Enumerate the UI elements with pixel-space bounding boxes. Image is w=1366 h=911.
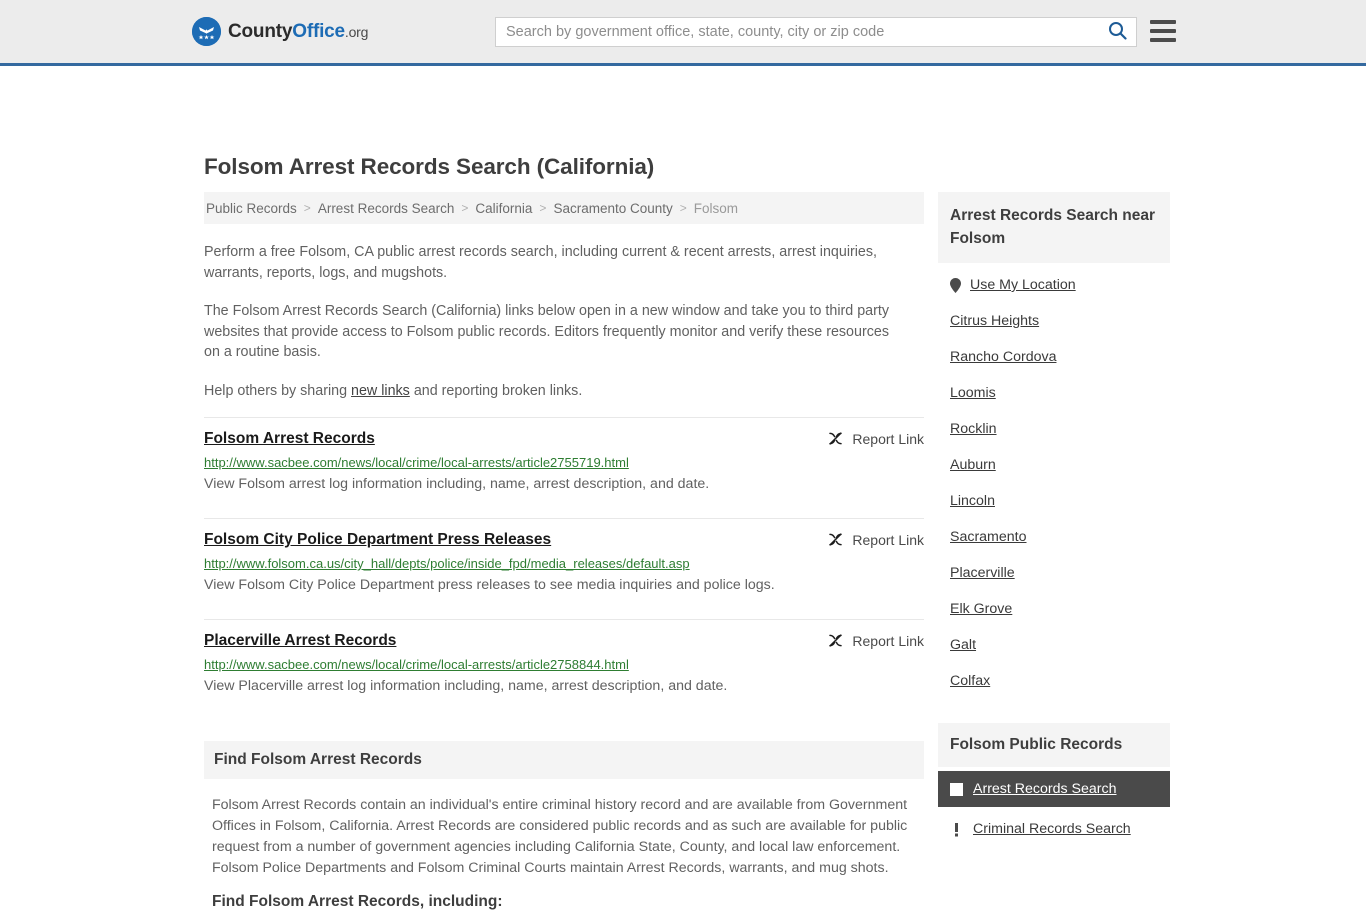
report-link-button[interactable]: Report Link (827, 531, 924, 548)
search-button[interactable] (1098, 18, 1136, 46)
site-logo[interactable]: CountyOffice.org (192, 17, 368, 46)
broken-chain-icon (827, 632, 844, 649)
public-records-link[interactable]: Arrest Records Search (973, 781, 1117, 797)
sidebar-city-link[interactable]: Loomis (950, 385, 996, 401)
search-bar (495, 17, 1137, 47)
result-description: View Folsom City Police Department press… (204, 577, 775, 593)
report-link-button[interactable]: Report Link (827, 632, 924, 649)
sidebar-item-galt[interactable]: Galt (938, 627, 1170, 663)
breadcrumb-separator: > (461, 201, 469, 215)
new-links-link[interactable]: new links (351, 383, 410, 399)
intro-paragraph-2: The Folsom Arrest Records Search (Califo… (204, 303, 889, 360)
sidebar-city-link[interactable]: Elk Grove (950, 601, 1012, 617)
map-pin-icon (950, 277, 961, 293)
breadcrumb-item-folsom: Folsom (693, 200, 739, 216)
share-text-prefix: Help others by sharing (204, 382, 352, 399)
sidebar-item-rancho-cordova[interactable]: Rancho Cordova (938, 339, 1170, 375)
sidebar-city-link[interactable]: Citrus Heights (950, 313, 1039, 329)
sidebar-item-placerville[interactable]: Placerville (938, 555, 1170, 591)
page-title: Folsom Arrest Records Search (California… (204, 154, 655, 179)
sidebar-item-loomis[interactable]: Loomis (938, 375, 1170, 411)
result-description: View Folsom arrest log information inclu… (204, 476, 710, 492)
sidebar-city-link[interactable]: Rocklin (950, 421, 997, 437)
sidebar-item-citrus-heights[interactable]: Citrus Heights (938, 303, 1170, 339)
site-header: CountyOffice.org (0, 0, 1366, 66)
public-records-link[interactable]: Criminal Records Search (973, 821, 1131, 837)
find-records-heading: Find Folsom Arrest Records (204, 741, 924, 779)
breadcrumb-separator: > (303, 201, 311, 215)
result-title-link[interactable]: Folsom Arrest Records (204, 430, 375, 448)
breadcrumb-separator: > (539, 201, 547, 215)
sidebar-nearby-heading: Arrest Records Search near Folsom (938, 192, 1170, 263)
result-item: Placerville Arrest Records Report Link h… (204, 619, 924, 707)
exclamation-icon (950, 822, 963, 837)
sidebar-item-colfax[interactable]: Colfax (938, 663, 1170, 699)
broken-chain-icon (827, 531, 844, 548)
hamburger-menu-icon[interactable] (1150, 20, 1176, 42)
sidebar-city-link[interactable]: Colfax (950, 673, 990, 689)
logo-word-county: County (228, 20, 293, 42)
result-title-link[interactable]: Placerville Arrest Records (204, 632, 396, 650)
sidebar-item-elk-grove[interactable]: Elk Grove (938, 591, 1170, 627)
breadcrumb-separator: > (679, 201, 687, 215)
sidebar-item-use-my-location[interactable]: Use My Location (938, 267, 1170, 303)
breadcrumb-item-california[interactable]: California (475, 201, 532, 216)
breadcrumb-item-arrest-records-search[interactable]: Arrest Records Search (318, 201, 455, 216)
sidebar-city-link[interactable]: Galt (950, 637, 976, 653)
sidebar-nearby-list: Use My Location Citrus Heights Rancho Co… (938, 267, 1170, 699)
search-icon (1108, 21, 1127, 43)
find-records-body: Folsom Arrest Records contain an individ… (212, 797, 908, 876)
report-link-label: Report Link (852, 430, 924, 447)
sidebar-city-link[interactable]: Rancho Cordova (950, 349, 1056, 365)
result-title-link[interactable]: Folsom City Police Department Press Rele… (204, 531, 551, 549)
result-url[interactable]: http://www.sacbee.com/news/local/crime/l… (204, 657, 924, 672)
broken-chain-icon (827, 430, 844, 447)
logo-word-office: Office (292, 20, 345, 42)
search-input[interactable] (496, 19, 1098, 45)
intro-paragraph-3: Help others by sharing new links and rep… (204, 381, 904, 402)
sidebar-item-rocklin[interactable]: Rocklin (938, 411, 1170, 447)
sidebar-item-lincoln[interactable]: Lincoln (938, 483, 1170, 519)
eagle-seal-icon (192, 17, 221, 46)
report-link-button[interactable]: Report Link (827, 430, 924, 447)
sidebar-city-link[interactable]: Auburn (950, 457, 996, 473)
result-item: Folsom City Police Department Press Rele… (204, 518, 924, 606)
share-text-suffix: and reporting broken links. (409, 382, 583, 399)
main-content: Public Records > Arrest Records Search >… (204, 192, 924, 911)
find-records-subheading: Find Folsom Arrest Records, including: (212, 893, 503, 910)
breadcrumb: Public Records > Arrest Records Search >… (204, 192, 924, 224)
result-item: Folsom Arrest Records Report Link http:/… (204, 417, 924, 505)
result-description: View Placerville arrest log information … (204, 678, 728, 694)
sidebar-city-link[interactable]: Lincoln (950, 493, 995, 509)
report-link-label: Report Link (852, 632, 924, 649)
logo-suffix: .org (344, 23, 369, 40)
sidebar-item-sacramento[interactable]: Sacramento (938, 519, 1170, 555)
use-my-location-link[interactable]: Use My Location (970, 277, 1076, 293)
breadcrumb-item-public-records[interactable]: Public Records (206, 201, 297, 216)
intro-paragraph-1: Perform a free Folsom, CA public arrest … (204, 244, 878, 281)
breadcrumb-item-sacramento-county[interactable]: Sacramento County (553, 201, 672, 216)
sidebar: Arrest Records Search near Folsom Use My… (938, 192, 1170, 847)
sidebar-item-auburn[interactable]: Auburn (938, 447, 1170, 483)
result-url[interactable]: http://www.folsom.ca.us/city_hall/depts/… (204, 556, 924, 571)
sidebar-city-link[interactable]: Sacramento (950, 529, 1027, 545)
result-url[interactable]: http://www.sacbee.com/news/local/crime/l… (204, 455, 924, 470)
logo-wordmark: CountyOffice.org (228, 21, 368, 43)
sidebar-item-criminal-records-search[interactable]: Criminal Records Search (938, 811, 1170, 847)
sidebar-item-arrest-records-search[interactable]: Arrest Records Search (938, 771, 1170, 807)
sidebar-public-records-heading: Folsom Public Records (938, 723, 1170, 767)
sidebar-city-link[interactable]: Placerville (950, 565, 1015, 581)
report-link-label: Report Link (852, 531, 924, 548)
document-icon (950, 782, 963, 796)
